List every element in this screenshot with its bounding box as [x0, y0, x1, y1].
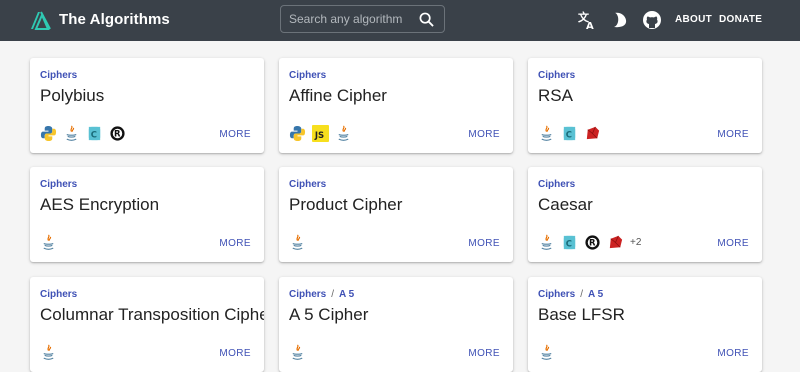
more-button[interactable]: MORE: [468, 129, 500, 140]
more-button[interactable]: MORE: [219, 348, 251, 359]
breadcrumb: Ciphers: [40, 289, 77, 300]
donate-link[interactable]: DONATE: [719, 14, 762, 25]
breadcrumb-separator: /: [580, 289, 584, 300]
category-link[interactable]: Ciphers: [538, 70, 575, 81]
language-icons: [40, 343, 57, 361]
language-icons: CR: [40, 124, 126, 142]
algorithm-card[interactable]: Ciphers Columnar Transposition Cipher MO…: [30, 277, 264, 372]
c-icon[interactable]: C: [561, 234, 578, 251]
more-button[interactable]: MORE: [717, 238, 749, 249]
app-title[interactable]: The Algorithms: [59, 11, 170, 28]
algorithm-card[interactable]: Ciphers Caesar C R +2 MORE: [528, 167, 762, 262]
breadcrumb: Ciphers: [538, 179, 575, 190]
java-icon[interactable]: [538, 125, 555, 142]
algorithm-title[interactable]: Affine Cipher: [289, 86, 387, 106]
algorithm-title[interactable]: AES Encryption: [40, 195, 159, 215]
java-icon[interactable]: [538, 234, 555, 251]
breadcrumb: Ciphers: [289, 70, 326, 81]
breadcrumb: Ciphers: [538, 70, 575, 81]
algorithm-title[interactable]: Product Cipher: [289, 195, 402, 215]
category-link[interactable]: Ciphers: [289, 179, 326, 190]
svg-text:A: A: [586, 21, 594, 30]
language-icons: [289, 343, 306, 361]
svg-text:C: C: [566, 239, 572, 249]
svg-text:JS: JS: [314, 131, 324, 141]
more-button[interactable]: MORE: [219, 129, 251, 140]
algorithm-card[interactable]: Ciphers / A 5 Base LFSR MORE: [528, 277, 762, 372]
category-link[interactable]: Ciphers: [40, 179, 77, 190]
svg-text:R: R: [589, 238, 596, 248]
category-link[interactable]: Ciphers: [40, 289, 77, 300]
category-link[interactable]: Ciphers: [289, 289, 326, 300]
svg-text:C: C: [91, 130, 97, 140]
breadcrumb: Ciphers / A 5: [538, 289, 603, 300]
category-link[interactable]: Ciphers: [538, 289, 575, 300]
top-app-bar: The Algorithms 文 A ABOUT DONATE: [0, 0, 800, 41]
breadcrumb: Ciphers: [289, 179, 326, 190]
algorithm-title[interactable]: A 5 Cipher: [289, 305, 368, 325]
breadcrumb-separator: /: [331, 289, 335, 300]
python-icon[interactable]: [40, 125, 57, 142]
rust-icon[interactable]: R: [109, 125, 126, 142]
github-icon[interactable]: [642, 10, 662, 30]
c-icon[interactable]: C: [561, 125, 578, 142]
ruby-icon[interactable]: [607, 234, 624, 251]
more-button[interactable]: MORE: [717, 129, 749, 140]
algorithm-card[interactable]: Ciphers Polybius CR MORE: [30, 58, 264, 153]
svg-text:R: R: [114, 129, 121, 139]
javascript-icon[interactable]: JS: [312, 124, 329, 142]
java-icon[interactable]: [289, 344, 306, 361]
breadcrumb: Ciphers: [40, 179, 77, 190]
algorithm-title[interactable]: RSA: [538, 86, 573, 106]
java-icon[interactable]: [63, 125, 80, 142]
algorithm-title[interactable]: Polybius: [40, 86, 104, 106]
java-icon[interactable]: [40, 234, 57, 251]
algorithm-title[interactable]: Base LFSR: [538, 305, 625, 325]
language-icons: [538, 343, 555, 361]
svg-text:C: C: [566, 130, 572, 140]
more-button[interactable]: MORE: [468, 348, 500, 359]
subcategory-link[interactable]: A 5: [588, 289, 603, 300]
language-icons: [40, 233, 57, 251]
java-icon[interactable]: [289, 234, 306, 251]
language-icons: [289, 233, 306, 251]
about-link[interactable]: ABOUT: [675, 14, 712, 25]
more-button[interactable]: MORE: [468, 238, 500, 249]
subcategory-link[interactable]: A 5: [339, 289, 354, 300]
search-box[interactable]: [280, 5, 445, 33]
language-icons: C R +2: [538, 233, 641, 251]
rust-icon[interactable]: R: [584, 234, 601, 251]
java-icon[interactable]: [40, 344, 57, 361]
java-icon[interactable]: [335, 125, 352, 142]
algorithm-card[interactable]: Ciphers / A 5 A 5 Cipher MORE: [279, 277, 513, 372]
search-icon[interactable]: [419, 12, 434, 27]
ruby-icon[interactable]: [584, 125, 601, 142]
search-input[interactable]: [289, 6, 415, 32]
more-button[interactable]: MORE: [219, 238, 251, 249]
python-icon[interactable]: [289, 125, 306, 142]
breadcrumb: Ciphers: [40, 70, 77, 81]
language-icons: JS: [289, 124, 352, 142]
algorithm-card[interactable]: Ciphers Affine Cipher JS MORE: [279, 58, 513, 153]
algorithm-card[interactable]: Ciphers AES Encryption MORE: [30, 167, 264, 262]
c-icon[interactable]: C: [86, 125, 103, 142]
logo-icon[interactable]: [30, 10, 51, 30]
extra-languages-count: +2: [630, 236, 642, 248]
category-link[interactable]: Ciphers: [289, 70, 326, 81]
theme-toggle-icon[interactable]: [610, 10, 630, 30]
category-link[interactable]: Ciphers: [538, 179, 575, 190]
more-button[interactable]: MORE: [717, 348, 749, 359]
category-link[interactable]: Ciphers: [40, 70, 77, 81]
algorithm-title[interactable]: Columnar Transposition Cipher: [40, 305, 264, 325]
breadcrumb: Ciphers / A 5: [289, 289, 354, 300]
language-icons: C: [538, 124, 601, 142]
java-icon[interactable]: [538, 344, 555, 361]
algorithm-card[interactable]: Ciphers RSA C MORE: [528, 58, 762, 153]
algorithm-title[interactable]: Caesar: [538, 195, 593, 215]
translate-icon[interactable]: 文 A: [577, 10, 597, 30]
algorithm-card[interactable]: Ciphers Product Cipher MORE: [279, 167, 513, 262]
